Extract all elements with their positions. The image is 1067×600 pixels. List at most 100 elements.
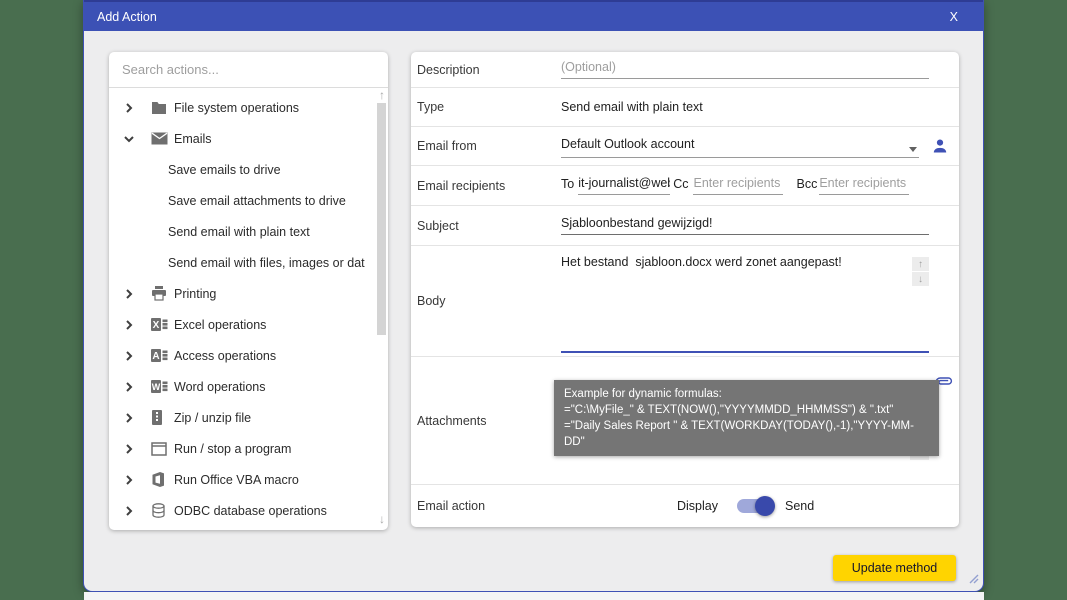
description-row: Description (Optional) xyxy=(411,52,959,88)
actions-panel: File system operations Emails Save emails … xyxy=(109,52,388,530)
description-input[interactable]: (Optional) xyxy=(561,60,929,79)
printer-icon xyxy=(151,286,168,302)
tree-item-zip-unzip-file[interactable]: Zip / unzip file xyxy=(109,402,374,433)
program-icon xyxy=(151,441,168,457)
subject-row: Subject Sjabloonbestand gewijzigd! xyxy=(411,206,959,246)
account-person-icon[interactable] xyxy=(932,138,948,154)
body-input[interactable]: Het bestand sjabloon.docx werd zonet aan… xyxy=(561,246,929,356)
tree-item-emails[interactable]: Emails xyxy=(109,123,374,154)
dynamic-formula-tooltip: Example for dynamic formulas:="C:\MyFile… xyxy=(554,380,939,456)
chevron-right-icon[interactable] xyxy=(124,413,134,423)
email-from-row: Email from Default Outlook account xyxy=(411,127,959,166)
body-focus-underline xyxy=(561,351,929,353)
tree-item-label: ODBC database operations xyxy=(174,504,327,518)
description-label: Description xyxy=(411,63,561,77)
tree-item-file-system-operations[interactable]: File system operations xyxy=(109,92,374,123)
tree-item-label: Run / stop a program xyxy=(174,442,291,456)
tree-item-run-office-vba-macro[interactable]: Run Office VBA macro xyxy=(109,464,374,495)
email-action-toggle[interactable] xyxy=(737,499,771,513)
chevron-right-icon[interactable] xyxy=(124,320,134,330)
chevron-right-icon[interactable] xyxy=(124,382,134,392)
tree-item-access-operations[interactable]: A Access operations xyxy=(109,340,374,371)
zip-icon xyxy=(151,410,168,426)
chevron-right-icon[interactable] xyxy=(124,506,134,516)
tree-item-send-email-with-plain-text[interactable]: Send email with plain text xyxy=(109,216,374,247)
resize-grip[interactable] xyxy=(966,571,979,589)
to-label: To xyxy=(561,177,574,195)
tree-item-label: Run Office VBA macro xyxy=(174,473,299,487)
tooltip-line: Example for dynamic formulas: xyxy=(564,386,929,402)
type-row: Type Send email with plain text xyxy=(411,88,959,127)
body-row: Body Het bestand sjabloon.docx werd zone… xyxy=(411,246,959,357)
attachments-row: Attachments Example for dynamic formulas… xyxy=(411,357,959,485)
to-input[interactable]: it-journalist@webs xyxy=(578,176,670,195)
window-behind-strip xyxy=(84,592,984,600)
tree-item-odbc-database-operations[interactable]: ODBC database operations xyxy=(109,495,374,526)
tree-item-label: Word operations xyxy=(174,380,266,394)
email-recipients-row: Email recipients To it-journalist@webs C… xyxy=(411,166,959,206)
add-action-dialog: Add Action X File system operations Email… xyxy=(83,0,984,592)
search-box[interactable] xyxy=(109,52,388,88)
svg-text:X: X xyxy=(153,320,160,331)
email-recipients-label: Email recipients xyxy=(411,179,561,193)
attachments-label: Attachments xyxy=(411,414,561,428)
chevron-right-icon[interactable] xyxy=(124,444,134,454)
tooltip-line: ="C:\MyFile_" & TEXT(NOW(),"YYYYMMDD_HHM… xyxy=(564,402,929,418)
word-icon: W xyxy=(151,379,168,395)
email-action-label: Email action xyxy=(411,499,561,513)
scrollbar-thumb[interactable] xyxy=(377,103,386,335)
cc-label: Cc xyxy=(673,177,688,195)
mail-icon xyxy=(151,131,168,147)
chevron-expanded-icon[interactable] xyxy=(124,134,134,144)
tree-item-save-emails-to-drive[interactable]: Save emails to drive xyxy=(109,154,374,185)
update-method-button[interactable]: Update method xyxy=(833,555,956,581)
tree-item-save-email-attachments-to-drive[interactable]: Save email attachments to drive xyxy=(109,185,374,216)
body-label: Body xyxy=(411,294,561,308)
type-value: Send email with plain text xyxy=(561,100,703,114)
tree-item-excel-operations[interactable]: X Excel operations xyxy=(109,309,374,340)
email-action-row: Email action Display Send xyxy=(411,485,959,527)
access-icon: A xyxy=(151,348,168,364)
database-icon xyxy=(151,503,168,519)
tree-item-label: Excel operations xyxy=(174,318,266,332)
body-text: Het bestand sjabloon.docx werd zonet aan… xyxy=(561,255,905,269)
email-from-select[interactable]: Default Outlook account xyxy=(561,135,919,158)
chevron-right-icon[interactable] xyxy=(124,351,134,361)
office-icon xyxy=(151,472,168,488)
action-form-panel: Description (Optional) Type Send email w… xyxy=(411,52,959,527)
tree-item-label: Printing xyxy=(174,287,216,301)
bcc-input[interactable]: Enter recipients xyxy=(819,176,909,195)
subject-label: Subject xyxy=(411,219,561,233)
tree-item-label: Access operations xyxy=(174,349,276,363)
dialog-titlebar: Add Action X xyxy=(84,0,983,31)
excel-icon: X xyxy=(151,317,168,333)
tree-item-run-stop-a-program[interactable]: Run / stop a program xyxy=(109,433,374,464)
tree-item-word-operations[interactable]: W Word operations xyxy=(109,371,374,402)
cc-input[interactable]: Enter recipients xyxy=(693,176,783,195)
search-input[interactable] xyxy=(122,62,375,77)
subject-input[interactable]: Sjabloonbestand gewijzigd! xyxy=(561,216,929,235)
scroll-down-icon[interactable]: ↓ xyxy=(379,513,385,525)
tree-item-label: File system operations xyxy=(174,101,299,115)
body-scroll-down-icon[interactable]: ↓ xyxy=(912,272,929,286)
close-button[interactable]: X xyxy=(950,10,958,24)
tree-item-send-email-with-files-images-or-dat[interactable]: Send email with files, images or dat xyxy=(109,247,374,278)
chevron-right-icon[interactable] xyxy=(124,289,134,299)
svg-text:W: W xyxy=(152,382,161,392)
type-label: Type xyxy=(411,100,561,114)
actions-tree: File system operations Emails Save emails … xyxy=(109,92,374,526)
display-option-label: Display xyxy=(677,499,718,513)
chevron-right-icon[interactable] xyxy=(124,475,134,485)
body-scroll-up-icon[interactable]: ↑ xyxy=(912,257,929,271)
chevron-down-icon xyxy=(909,147,917,152)
email-from-label: Email from xyxy=(411,139,561,153)
tree-item-printing[interactable]: Printing xyxy=(109,278,374,309)
chevron-right-icon[interactable] xyxy=(124,103,134,113)
scroll-up-icon[interactable]: ↑ xyxy=(379,89,385,101)
dialog-title: Add Action xyxy=(97,10,157,24)
tree-item-label: Save emails to drive xyxy=(168,163,281,177)
tooltip-line: ="Daily Sales Report " & TEXT(WORKDAY(TO… xyxy=(564,418,929,450)
folder-icon xyxy=(151,100,168,116)
tree-item-label: Save email attachments to drive xyxy=(168,194,346,208)
toggle-knob xyxy=(755,496,775,516)
